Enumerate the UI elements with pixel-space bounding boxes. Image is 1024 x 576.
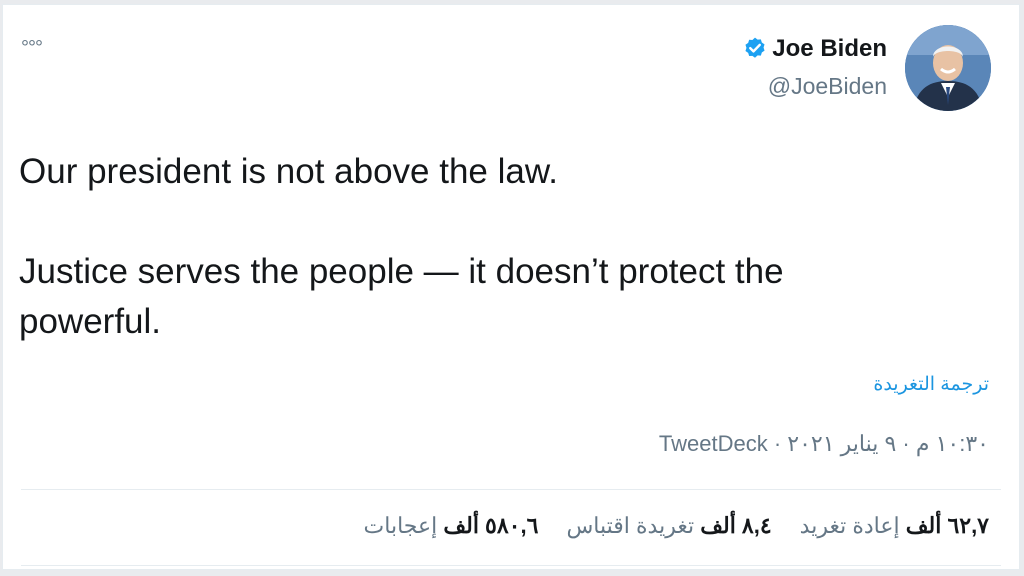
more-options-icon[interactable]: °°° [21,37,43,60]
author-block[interactable]: Joe Biden @JoeBiden [742,35,887,100]
author-name[interactable]: Joe Biden [772,35,887,63]
translate-tweet-link[interactable]: ترجمة التغريدة [873,373,989,396]
author-handle[interactable]: @JoeBiden [742,73,887,100]
retweets-stat[interactable]: ٦٢,٧ ألف إعادة تغريد [800,513,989,539]
likes-stat[interactable]: ٥٨٠,٦ ألف إعجابات [364,513,539,539]
quote-tweets-label: تغريدة اقتباس [566,513,695,538]
likes-count: ٥٨٠,٦ ألف [443,513,539,538]
meta-separator: · [767,431,788,456]
author-name-row: Joe Biden [742,35,887,63]
tweet-card: °°° Joe Biden @JoeBiden Our president is… [2,4,1020,570]
verified-badge-icon [745,37,765,58]
tweet-stats: ٦٢,٧ ألف إعادة تغريد ٨,٤ ألف تغريدة اقتب… [364,513,989,539]
meta-separator: · [896,431,916,456]
tweet-source[interactable]: TweetDeck [659,431,768,456]
tweet-date[interactable]: ٩ يناير ٢٠٢١ [787,431,896,456]
tweet-text: Our president is not above the law. Just… [19,152,784,341]
tweet-meta: ١٠:٣٠ م · ٩ يناير ٢٠٢١ · TweetDeck [659,431,989,457]
divider [21,489,1001,490]
retweets-count: ٦٢,٧ ألف [905,513,989,538]
quote-tweets-stat[interactable]: ٨,٤ ألف تغريدة اقتباس [566,513,771,539]
quote-tweets-count: ٨,٤ ألف [700,513,772,538]
likes-label: إعجابات [363,513,438,538]
avatar-image [905,25,991,111]
divider [21,565,1001,566]
avatar[interactable] [905,25,991,111]
tweet-time[interactable]: ١٠:٣٠ م [916,431,989,456]
retweets-label: إعادة تغريد [799,513,900,538]
